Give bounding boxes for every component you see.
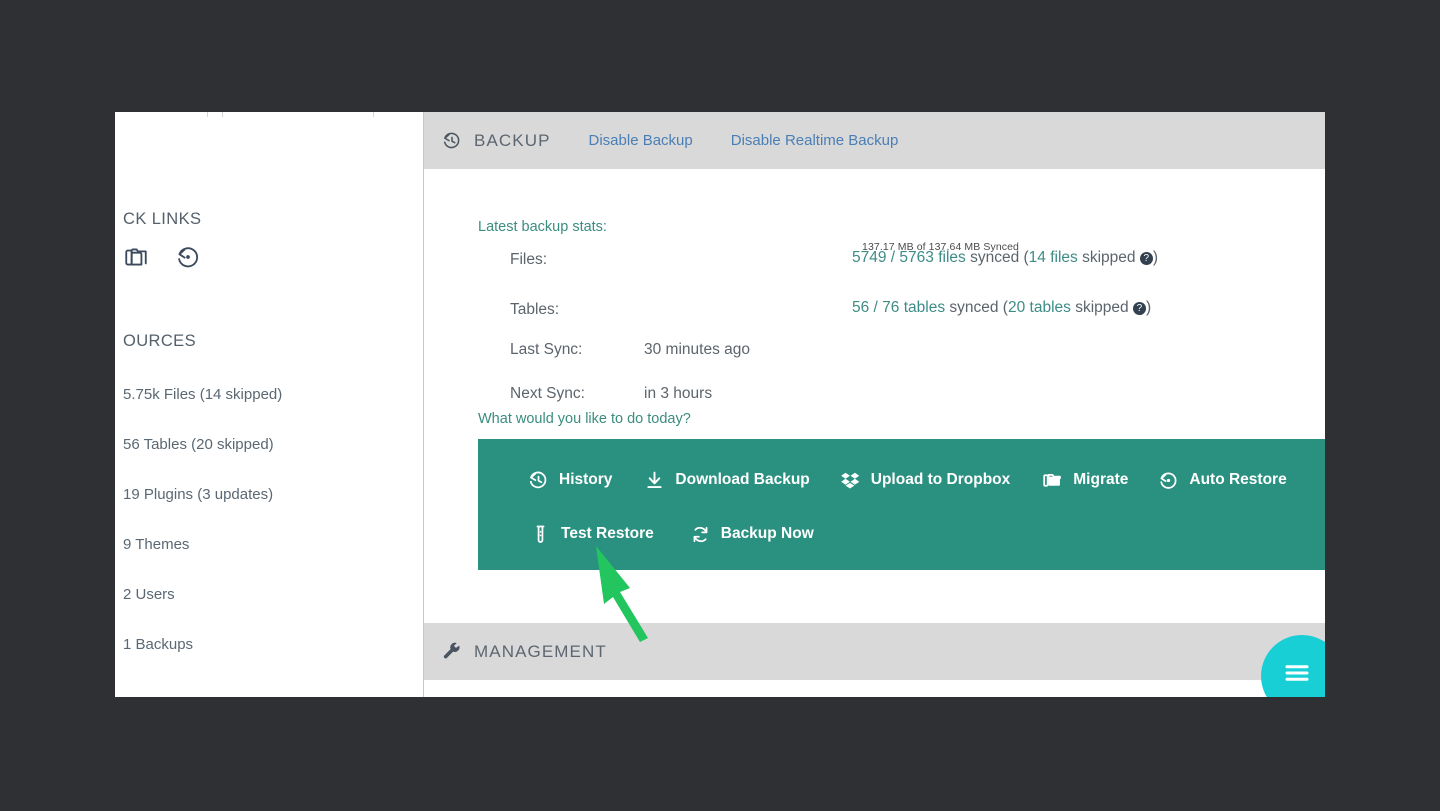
list-item[interactable]: 2 Users xyxy=(123,570,418,620)
disable-backup-link[interactable]: Disable Backup xyxy=(589,132,693,149)
card-tab-stub-1[interactable] xyxy=(115,112,208,117)
download-icon xyxy=(644,470,665,491)
auto-restore-label: Auto Restore xyxy=(1189,471,1287,488)
history-button-label: History xyxy=(559,471,613,488)
backup-section-header: BACKUP Disable Backup Disable Realtime B… xyxy=(424,112,1325,169)
stat-row-last-sync: Last Sync: 30 minutes ago xyxy=(424,327,1325,377)
management-section-header: MANAGEMENT xyxy=(424,623,1325,680)
folder-copy-icon xyxy=(1042,470,1063,491)
files-skipped-tail: skipped xyxy=(1077,249,1140,266)
next-sync-value: in 3 hours xyxy=(644,385,713,402)
stat-row-files: Files: 137.17 MB of 137.64 MB Synced 574… xyxy=(424,237,1325,287)
main-content: BACKUP Disable Backup Disable Realtime B… xyxy=(424,112,1325,697)
management-title: MANAGEMENT xyxy=(474,641,607,661)
browser-viewport-panel: CK LINKS OURCES 5.75k Files (14 skipped)… xyxy=(115,112,1325,697)
files-label: Files: xyxy=(510,251,548,268)
test-restore-button[interactable]: Test Restore xyxy=(530,514,654,554)
card-tab-strip xyxy=(115,112,423,117)
refresh-icon xyxy=(690,524,711,545)
list-item[interactable]: 9 Themes xyxy=(123,520,418,570)
download-backup-label: Download Backup xyxy=(675,471,810,488)
help-icon[interactable]: ? xyxy=(1139,252,1153,265)
resources-heading: OURCES xyxy=(123,332,196,350)
migrate-label: Migrate xyxy=(1073,471,1129,488)
test-restore-label: Test Restore xyxy=(561,525,654,542)
restore-history-icon[interactable] xyxy=(175,244,201,270)
what-to-do-today-link[interactable]: What would you like to do today? xyxy=(478,411,691,427)
upload-to-dropbox-label: Upload to Dropbox xyxy=(870,471,1011,488)
folder-copy-icon[interactable] xyxy=(123,244,149,270)
backup-now-label: Backup Now xyxy=(720,525,814,542)
card-tab-stub-2[interactable] xyxy=(222,112,374,117)
history-clock-icon xyxy=(528,470,549,491)
files-skipped-count[interactable]: 14 files xyxy=(1029,249,1078,266)
dropbox-icon xyxy=(840,470,861,491)
help-icon[interactable]: ? xyxy=(1132,302,1146,315)
tables-synced-mid: synced ( xyxy=(945,299,1008,316)
quick-links-icon-row xyxy=(123,244,201,270)
tables-label: Tables: xyxy=(510,301,560,318)
upload-to-dropbox-button[interactable]: Upload to Dropbox xyxy=(840,460,1011,500)
history-clock-icon xyxy=(442,131,462,151)
left-sidebar: CK LINKS OURCES 5.75k Files (14 skipped)… xyxy=(115,112,424,697)
list-item[interactable]: 1 Backups xyxy=(123,620,418,670)
tables-synced-count[interactable]: 56 / 76 tables xyxy=(852,299,945,316)
download-backup-button[interactable]: Download Backup xyxy=(644,460,810,500)
backup-actions-row-2: Test Restore Backup Now xyxy=(478,507,1325,561)
quick-links-heading: CK LINKS xyxy=(123,210,202,228)
list-item[interactable]: 56 Tables (20 skipped) xyxy=(123,420,418,470)
auto-restore-button[interactable]: Auto Restore xyxy=(1158,460,1287,500)
backup-now-button[interactable]: Backup Now xyxy=(690,514,814,554)
next-sync-label: Next Sync: xyxy=(510,385,585,402)
screen-root: CK LINKS OURCES 5.75k Files (14 skipped)… xyxy=(0,0,1440,811)
migrate-button[interactable]: Migrate xyxy=(1042,460,1128,500)
list-item[interactable]: 5.75k Files (14 skipped) xyxy=(123,370,418,420)
disable-realtime-backup-link[interactable]: Disable Realtime Backup xyxy=(731,132,899,149)
last-sync-label: Last Sync: xyxy=(510,341,583,358)
files-synced-count[interactable]: 5749 / 5763 files xyxy=(852,249,966,266)
last-sync-value: 30 minutes ago xyxy=(644,341,750,358)
backup-stats: Latest backup stats: Files: 137.17 MB of… xyxy=(424,169,1325,437)
stats-title: Latest backup stats: xyxy=(478,219,607,235)
auto-restore-icon xyxy=(1158,470,1179,491)
wrench-icon xyxy=(442,642,462,662)
test-tube-icon xyxy=(530,524,551,545)
page-title: BACKUP xyxy=(474,130,551,150)
files-synced-note: 5749 / 5763 files synced (14 files skipp… xyxy=(852,249,1158,266)
tables-skipped-count[interactable]: 20 tables xyxy=(1008,299,1071,316)
files-synced-mid: synced ( xyxy=(965,249,1029,266)
tables-synced-note: 56 / 76 tables synced (20 tables skipped… xyxy=(852,299,1152,316)
menu-lines-icon xyxy=(1285,665,1309,681)
history-button[interactable]: History xyxy=(528,460,612,500)
list-item[interactable]: 19 Plugins (3 updates) xyxy=(123,470,418,520)
backup-actions-bar: History Download Backup Upload to Dropbo… xyxy=(478,439,1325,570)
files-progress-track xyxy=(642,271,847,282)
resources-list: 5.75k Files (14 skipped) 56 Tables (20 s… xyxy=(123,370,418,670)
backup-actions-row-1: History Download Backup Upload to Dropbo… xyxy=(478,453,1325,507)
tables-skipped-tail: skipped xyxy=(1070,299,1133,316)
